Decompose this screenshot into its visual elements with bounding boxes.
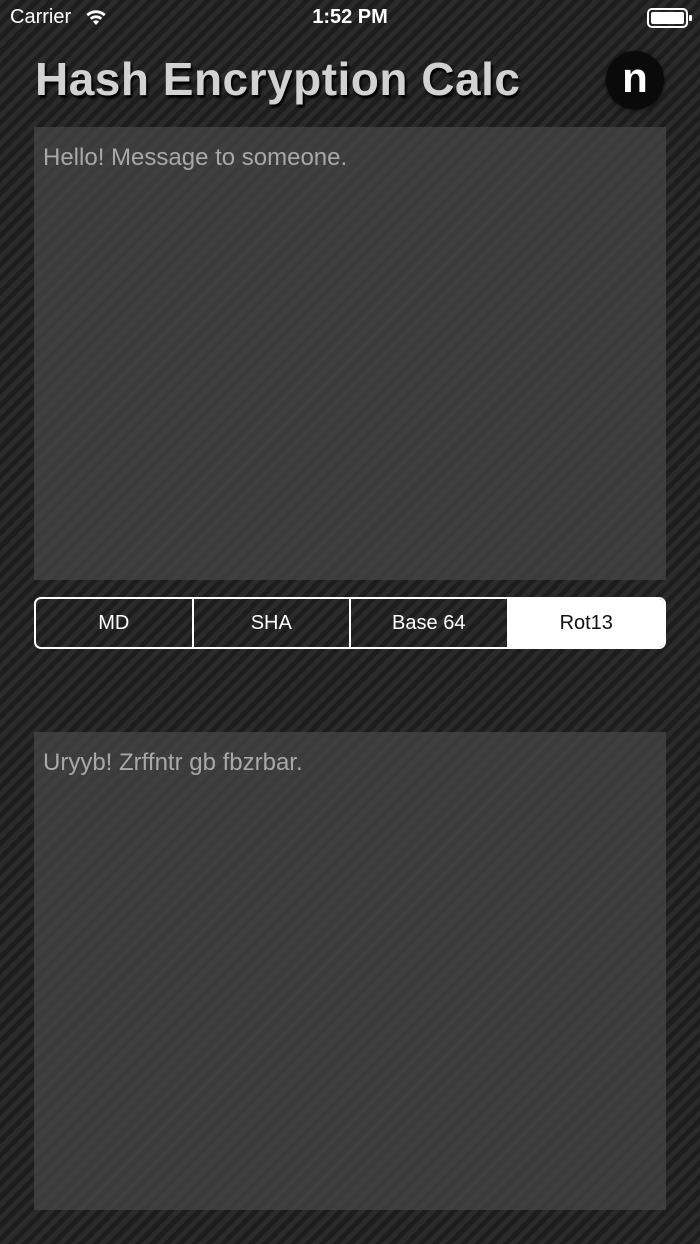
app-title: Hash Encryption Calc bbox=[35, 53, 521, 105]
segment-rot13[interactable]: Rot13 bbox=[508, 599, 664, 647]
battery-full-icon bbox=[647, 8, 693, 28]
segment-md[interactable]: MD bbox=[36, 599, 194, 647]
input-text-area[interactable]: Hello! Message to someone. bbox=[34, 127, 666, 580]
status-time: 1:52 PM bbox=[312, 6, 388, 28]
segment-sha[interactable]: SHA bbox=[194, 599, 351, 647]
algorithm-segmented-control[interactable]: MD SHA Base 64 Rot13 bbox=[34, 597, 666, 649]
segment-base64[interactable]: Base 64 bbox=[351, 599, 509, 647]
status-bar: Carrier 1:52 PM bbox=[0, 0, 700, 36]
output-text-area[interactable]: Uryyb! Zrffntr gb fbzrbar. bbox=[34, 732, 666, 1210]
n-menu-button[interactable]: n bbox=[606, 51, 664, 109]
